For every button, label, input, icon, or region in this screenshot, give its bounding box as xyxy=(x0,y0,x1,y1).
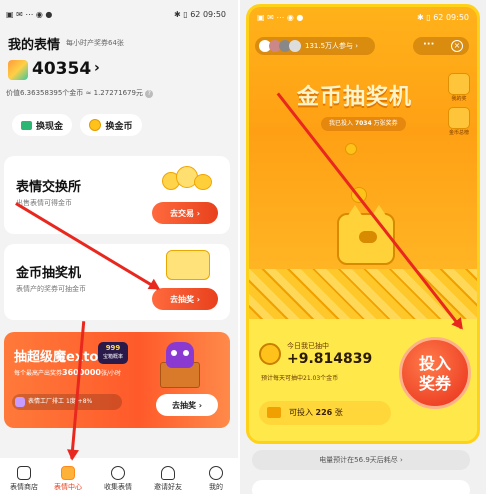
cube-icon xyxy=(8,60,28,80)
power-status-bar[interactable]: 电量预计在56.9天后耗尽 › xyxy=(252,450,470,470)
invested-pill: 我已投入 7034 万张奖券 xyxy=(321,117,406,131)
status-bar-left: ✱ ▯ 62 09:50 xyxy=(174,10,226,19)
close-icon[interactable]: × xyxy=(451,40,463,52)
ticket-icon xyxy=(267,407,281,418)
coin-pile xyxy=(249,269,477,319)
trophy-icon xyxy=(448,107,470,129)
promo-rate: 每个最高产出奖券3600000张/小时 xyxy=(14,368,122,377)
sticker-illustration-icon xyxy=(162,164,218,194)
can-invest-row: 可投入 226 张 xyxy=(259,401,391,425)
coin-icon xyxy=(345,143,357,155)
promo-draw-button[interactable]: 去抽奖 › xyxy=(156,394,218,416)
shop-icon xyxy=(17,466,31,480)
value-line: 价值6.36358395个金币 ≈ 1.27271679元 ? xyxy=(6,88,154,98)
promo-badge: 999 宝箱概率 xyxy=(98,342,128,364)
status-bar-right: ✱ ▯ 62 09:50 xyxy=(417,13,469,22)
hourly-output[interactable]: 每小时产奖券64张 xyxy=(66,38,124,48)
invite-icon xyxy=(161,466,175,480)
card-title: 表情交换所 xyxy=(16,180,82,195)
status-time: 09:50 xyxy=(202,10,226,19)
go-draw-button[interactable]: 去抽奖 › xyxy=(152,288,218,310)
capsule-menu: ··· × xyxy=(413,37,469,55)
promo-title: 抽超级魔exto xyxy=(14,350,99,365)
tab-sticker-shop[interactable]: 表情商店 xyxy=(0,466,48,492)
bottom-sheet xyxy=(252,480,470,494)
my-prize-button[interactable]: 我的奖 xyxy=(447,73,471,102)
ticket-balance: 40354 xyxy=(32,59,92,79)
lottery-machine-icon xyxy=(166,250,210,280)
gift-cube-icon xyxy=(61,466,75,480)
tab-mine[interactable]: 我的 xyxy=(192,466,240,492)
today-value: +9.814839 xyxy=(287,351,373,367)
right-screen: ▣ ✉ ⋯ ◉ ● ✱ ▯ 62 09:50 131.5万人参与 › ··· ×… xyxy=(240,0,486,494)
pig-avatar-icon xyxy=(259,343,281,365)
shield-icon xyxy=(15,397,25,407)
invest-ticket-button[interactable]: 投入 奖券 xyxy=(399,337,471,409)
monster-illustration-icon xyxy=(154,338,200,390)
participants-pill[interactable]: 131.5万人参与 › xyxy=(255,37,375,55)
battery-level: 62 xyxy=(190,10,201,19)
forecast-text: 预计每天可抽中21.03个金币 xyxy=(261,375,339,382)
coin-lottery-card[interactable]: 金币抽奖机 表情产的奖券可抽金币 去抽奖 › xyxy=(4,244,230,320)
exchange-market-card[interactable]: 表情交换所 出售表情可得金币 去交易 › xyxy=(4,156,230,234)
pig-machine-icon xyxy=(337,205,395,265)
go-trade-button[interactable]: 去交易 › xyxy=(152,202,218,224)
page-title: 我的表情 xyxy=(8,38,61,53)
status-icons-left: ▣ ✉ ⋯ ◉ ● xyxy=(6,10,53,19)
hero-title: 金币抽奖机 xyxy=(297,85,413,110)
left-screen: ▣ ✉ ⋯ ◉ ● ✱ ▯ 62 09:50 我的表情 每小时产奖券64张 40… xyxy=(0,0,240,494)
cash-icon xyxy=(20,120,32,130)
promo-bonus-row: 表情工厂排工 1度 +8% xyxy=(12,394,122,410)
card-title: 金币抽奖机 xyxy=(16,266,82,281)
coin-icon xyxy=(89,119,102,131)
game-frame: ▣ ✉ ⋯ ◉ ● ✱ ▯ 62 09:50 131.5万人参与 › ··· ×… xyxy=(246,4,480,444)
super-pet-promo-card[interactable]: 抽超级魔exto 999 宝箱概率 每个最高产出奖券3600000张/小时 表情工… xyxy=(4,332,230,428)
smile-icon xyxy=(209,466,223,480)
tab-collect-stickers[interactable]: 收集表情 xyxy=(94,466,142,492)
today-label: 今日我已抽中 xyxy=(287,342,329,350)
more-icon[interactable]: ··· xyxy=(423,39,434,50)
exchange-coin-button[interactable]: 换金币 xyxy=(80,114,142,136)
help-icon[interactable]: ? xyxy=(145,90,154,98)
status-icons-right: ▣ ✉ ⋯ ◉ ● xyxy=(257,13,304,22)
collect-icon xyxy=(111,466,125,480)
avatar xyxy=(289,40,301,52)
tab-invite-friends[interactable]: 邀请好友 xyxy=(144,466,192,492)
card-desc: 表情产的奖券可抽金币 xyxy=(16,285,86,293)
exchange-cash-button[interactable]: 换现金 xyxy=(12,114,72,136)
balance-chevron[interactable]: › xyxy=(94,60,100,76)
coin-leaderboard-button[interactable]: 金币总榜 xyxy=(447,107,471,136)
prize-icon xyxy=(448,73,470,95)
tab-sticker-center[interactable]: 表情中心 xyxy=(44,466,92,492)
